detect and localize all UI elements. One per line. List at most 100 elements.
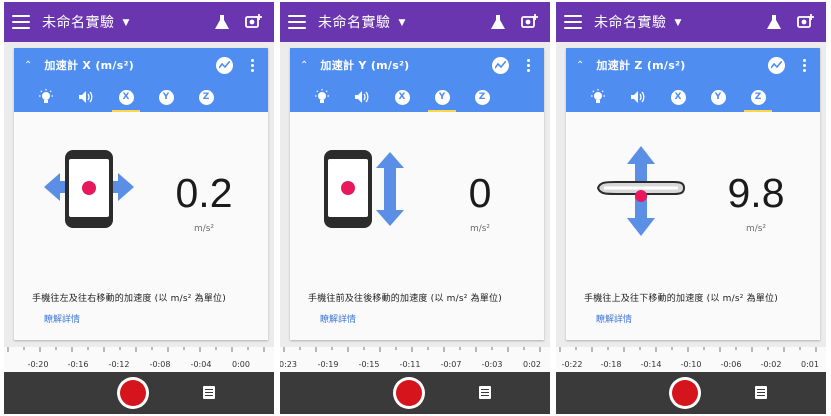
phone-flat-vertical-arrow-icon: [596, 146, 686, 236]
sensor-card: ⌃ 加速計 Z (m/s²) X Y Z 9.8 m/s² 手機往上及往下移動的…: [566, 48, 820, 340]
bottom-bar: [280, 372, 550, 414]
phone-screen-z: 未命名實驗 ▼ ⌃ 加速計 Z (m/s²) X Y Z 9.8 m/s² 手機…: [556, 2, 826, 414]
app-bar: 未命名實驗 ▼: [280, 2, 550, 42]
timeline-label: -0:14: [640, 360, 662, 369]
timeline-label: -0:04: [190, 360, 212, 369]
tab-accel-z[interactable]: Z: [462, 82, 502, 112]
y-axis-icon: Y: [434, 89, 450, 105]
record-button[interactable]: [117, 377, 149, 409]
flask-icon[interactable]: [767, 14, 781, 30]
tab-accel-y[interactable]: Y: [698, 82, 738, 112]
timeline-label: 0:02: [523, 360, 541, 369]
chevron-up-icon[interactable]: ⌃: [576, 60, 584, 71]
tab-light-sensor[interactable]: [302, 82, 342, 112]
tab-accel-y[interactable]: Y: [146, 82, 186, 112]
menu-icon[interactable]: [288, 15, 306, 29]
caret-down-icon[interactable]: ▼: [399, 18, 406, 28]
y-axis-icon: Y: [158, 89, 174, 105]
experiment-title[interactable]: 未命名實驗: [594, 12, 667, 32]
sensor-title: 加速計 Y (m/s²): [320, 59, 410, 72]
note-icon[interactable]: [479, 386, 491, 399]
timeline-label: 0:23: [280, 360, 297, 369]
flask-icon[interactable]: [491, 14, 505, 30]
timeline-label: -0:22: [561, 360, 583, 369]
phone-screen-x: 未命名實驗 ▼ ⌃ 加速計 X (m/s²) X Y Z 0.2 m/s² 手機…: [4, 2, 274, 414]
graph-icon[interactable]: [768, 56, 785, 74]
sensor-card-header: ⌃ 加速計 X (m/s²) X Y Z: [14, 48, 268, 112]
timeline-axis[interactable]: 0:23 -0:19 -0:15 -0:11 -0:07 -0:03 0:02: [280, 347, 550, 373]
timeline-label: -0:18: [600, 360, 622, 369]
chevron-up-icon[interactable]: ⌃: [24, 60, 32, 71]
phone-screen-y: 未命名實驗 ▼ ⌃ 加速計 Y (m/s²) X Y Z 0 m/s² 手機往前…: [280, 2, 550, 414]
sensor-card: ⌃ 加速計 Y (m/s²) X Y Z 0 m/s² 手機往前及往後移動的加速…: [290, 48, 544, 340]
timeline-ticks: [559, 347, 817, 352]
sensor-unit: m/s²: [193, 224, 215, 234]
camera-add-icon[interactable]: [245, 14, 262, 30]
note-icon[interactable]: [755, 386, 767, 399]
tab-accel-y[interactable]: Y: [422, 82, 462, 112]
timeline-label: -0:16: [67, 360, 89, 369]
tab-sound-sensor[interactable]: [618, 82, 658, 112]
sensor-tabs: X Y Z: [290, 82, 544, 112]
sound-icon: [79, 91, 93, 103]
flask-icon[interactable]: [215, 14, 229, 30]
more-vert-icon[interactable]: [527, 58, 530, 72]
z-axis-icon: Z: [750, 89, 766, 105]
menu-icon[interactable]: [564, 15, 582, 29]
tab-accel-x[interactable]: X: [658, 82, 698, 112]
sensor-title: 加速計 Z (m/s²): [596, 59, 686, 72]
more-vert-icon[interactable]: [251, 58, 254, 72]
timeline-axis[interactable]: -0:20 -0:16 -0:12 -0:08 -0:04 0:00: [4, 347, 274, 373]
sensor-reading: 9.8: [727, 170, 785, 216]
camera-add-icon[interactable]: [521, 14, 538, 30]
caret-down-icon[interactable]: ▼: [675, 18, 682, 28]
tab-accel-z[interactable]: Z: [186, 82, 226, 112]
chevron-up-icon[interactable]: ⌃: [300, 60, 308, 71]
screenshot-strip: 未命名實驗 ▼ ⌃ 加速計 X (m/s²) X Y Z 0.2 m/s² 手機…: [0, 0, 831, 416]
more-vert-icon[interactable]: [803, 58, 806, 72]
timeline-label: -0:06: [720, 360, 742, 369]
z-axis-icon: Z: [198, 89, 214, 105]
app-bar: 未命名實驗 ▼: [556, 2, 826, 42]
sensor-card: ⌃ 加速計 X (m/s²) X Y Z 0.2 m/s² 手機往左及往右移動的…: [14, 48, 268, 340]
sensor-tabs: X Y Z: [566, 82, 820, 112]
note-icon[interactable]: [203, 386, 215, 399]
timeline-label: -0:15: [358, 360, 380, 369]
camera-add-icon[interactable]: [797, 14, 814, 30]
timeline-label: -0:11: [399, 360, 421, 369]
record-button[interactable]: [393, 377, 425, 409]
app-bar: 未命名實驗 ▼: [4, 2, 274, 42]
learn-more-link[interactable]: 瞭解詳情: [320, 312, 356, 325]
experiment-title[interactable]: 未命名實驗: [318, 12, 391, 32]
timeline-ticks: [283, 347, 541, 352]
graph-icon[interactable]: [492, 56, 509, 74]
menu-icon[interactable]: [12, 15, 30, 29]
sensor-description: 手機往上及往下移動的加速度 (以 m/s² 為單位): [584, 294, 778, 304]
phone-horizontal-arrows-icon: [44, 150, 134, 228]
x-axis-icon: X: [394, 89, 410, 105]
tab-accel-z[interactable]: Z: [738, 82, 778, 112]
timeline-axis[interactable]: -0:22 -0:18 -0:14 -0:10 -0:06 -0:02 0:01: [556, 347, 826, 373]
learn-more-link[interactable]: 瞭解詳情: [596, 312, 632, 325]
tab-accel-x[interactable]: X: [106, 82, 146, 112]
tab-light-sensor[interactable]: [578, 82, 618, 112]
x-axis-icon: X: [670, 89, 686, 105]
timeline-label: 0:00: [232, 360, 250, 369]
tab-sound-sensor[interactable]: [66, 82, 106, 112]
sensor-card-header: ⌃ 加速計 Z (m/s²) X Y Z: [566, 48, 820, 112]
learn-more-link[interactable]: 瞭解詳情: [44, 312, 80, 325]
x-axis-icon: X: [118, 89, 134, 105]
graph-icon[interactable]: [216, 56, 233, 74]
tab-accel-x[interactable]: X: [382, 82, 422, 112]
tab-light-sensor[interactable]: [26, 82, 66, 112]
sensor-card-header: ⌃ 加速計 Y (m/s²) X Y Z: [290, 48, 544, 112]
z-axis-icon: Z: [474, 89, 490, 105]
record-button[interactable]: [669, 377, 701, 409]
tab-sound-sensor[interactable]: [342, 82, 382, 112]
caret-down-icon[interactable]: ▼: [123, 18, 130, 28]
sensor-tabs: X Y Z: [14, 82, 268, 112]
experiment-title[interactable]: 未命名實驗: [42, 12, 115, 32]
light-bulb-icon: [591, 89, 605, 103]
sensor-description: 手機往左及往右移動的加速度 (以 m/s² 為單位): [32, 294, 226, 304]
sensor-unit: m/s²: [745, 224, 767, 234]
